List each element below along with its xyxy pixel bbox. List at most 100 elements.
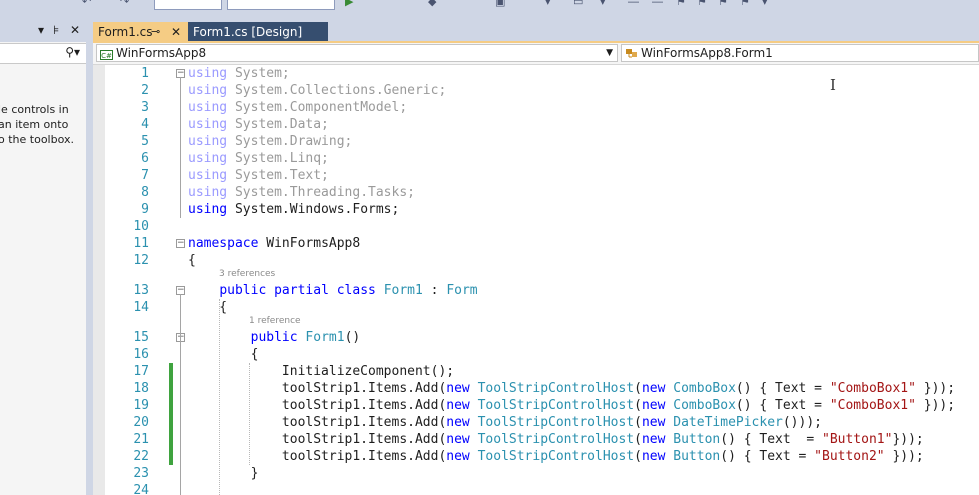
- code-text[interactable]: {: [188, 346, 259, 363]
- code-text[interactable]: using System.Linq;: [188, 150, 329, 167]
- code-text[interactable]: using System.Drawing;: [188, 133, 352, 150]
- code-token: using: [188, 117, 228, 132]
- toolbar-icon[interactable]: ◆: [428, 0, 436, 8]
- toolbox-search-input[interactable]: ⚲▾: [0, 43, 86, 64]
- code-text[interactable]: namespace WinFormsApp8: [188, 235, 360, 252]
- codelens-references[interactable]: 1 reference: [93, 315, 979, 328]
- code-text[interactable]: {: [188, 252, 196, 269]
- code-line[interactable]: 20 toolStrip1.Items.Add(new ToolStripCon…: [93, 414, 979, 431]
- code-token: Form1: [305, 330, 345, 345]
- project-combo[interactable]: C# WinFormsApp8 ▼: [96, 44, 618, 62]
- code-line[interactable]: 9 using System.Windows.Forms;: [93, 201, 979, 218]
- code-line[interactable]: 11 namespace WinFormsApp8: [93, 235, 979, 252]
- code-text[interactable]: using System.ComponentModel;: [188, 99, 407, 116]
- toolbar-icon[interactable]: ▣: [495, 0, 505, 8]
- change-tracking-bar: [169, 363, 173, 465]
- run-icon[interactable]: ▶: [345, 0, 353, 8]
- close-icon[interactable]: ✕: [70, 23, 80, 37]
- code-text[interactable]: using System.Windows.Forms;: [188, 201, 399, 218]
- code-line[interactable]: 15 public Form1(): [93, 329, 979, 346]
- code-line[interactable]: 4 using System.Data;: [93, 116, 979, 133]
- line-number: 24: [133, 483, 149, 495]
- code-token: new: [641, 398, 666, 413]
- toolbar-icon[interactable]: ▾: [545, 0, 551, 8]
- code-line[interactable]: 24: [93, 482, 979, 495]
- search-icon[interactable]: ⚲▾: [65, 45, 80, 59]
- type-combo[interactable]: WinFormsApp8.Form1: [621, 44, 979, 62]
- bookmark-icon[interactable]: ⚑: [676, 0, 686, 8]
- code-text[interactable]: toolStrip1.Items.Add(new ToolStripContro…: [188, 414, 822, 431]
- chevron-down-icon[interactable]: ▾: [762, 0, 768, 8]
- code-text[interactable]: using System.Collections.Generic;: [188, 82, 446, 99]
- toolbar-platform-dropdown[interactable]: [227, 0, 335, 10]
- codelens-label[interactable]: 1 reference: [249, 315, 301, 328]
- code-token: new: [641, 381, 666, 396]
- code-line[interactable]: 13 public partial class Form1 : Form: [93, 282, 979, 299]
- code-line[interactable]: 3 using System.ComponentModel;: [93, 99, 979, 116]
- code-token: toolStrip1.Items.Add(: [188, 432, 447, 447]
- code-line[interactable]: 10: [93, 218, 979, 235]
- code-text[interactable]: toolStrip1.Items.Add(new ToolStripContro…: [188, 380, 955, 397]
- bookmark-icon[interactable]: ⚑: [740, 0, 750, 8]
- collapse-icon[interactable]: −: [176, 239, 185, 248]
- code-line[interactable]: 7 using System.Text;: [93, 167, 979, 184]
- bookmark-icon[interactable]: ⚑: [697, 0, 707, 8]
- tab-form1-design[interactable]: Form1.cs [Design]: [188, 22, 328, 42]
- line-number: 6: [141, 151, 149, 166]
- codelens-references[interactable]: 3 references: [93, 268, 979, 281]
- code-line[interactable]: 18 toolStrip1.Items.Add(new ToolStripCon…: [93, 380, 979, 397]
- pin-icon[interactable]: ⊸: [151, 22, 160, 42]
- redo-icon[interactable]: ↷: [120, 0, 129, 8]
- code-text[interactable]: public Form1(): [188, 329, 361, 346]
- code-token: System.Threading.Tasks;: [227, 185, 415, 200]
- chevron-down-icon[interactable]: ▼: [606, 45, 613, 61]
- code-line[interactable]: 6 using System.Linq;: [93, 150, 979, 167]
- code-text[interactable]: {: [188, 299, 227, 316]
- code-line[interactable]: 14 {: [93, 299, 979, 316]
- code-token: new: [446, 432, 470, 447]
- code-line[interactable]: 21 toolStrip1.Items.Add(new ToolStripCon…: [93, 431, 979, 448]
- code-line[interactable]: 16 {: [93, 346, 979, 363]
- code-line[interactable]: 1 using System;: [93, 65, 979, 82]
- tab-form1-cs[interactable]: Form1.cs ⊸ ✕: [93, 22, 188, 42]
- codelens-label[interactable]: 3 references: [219, 268, 275, 281]
- main-toolbar: ↶ ↷ ▶ ◆ ▣ ▾ ▭ ▾ ― ― ⚑ ⚑ ⚑ ⚑ ▾: [0, 0, 979, 20]
- code-line[interactable]: 17 InitializeComponent();: [93, 363, 979, 380]
- text-cursor-icon: I: [830, 76, 836, 94]
- code-text[interactable]: toolStrip1.Items.Add(new ToolStripContro…: [188, 431, 924, 448]
- code-line[interactable]: 5 using System.Drawing;: [93, 133, 979, 150]
- dropdown-icon[interactable]: ▾: [38, 23, 44, 37]
- code-line[interactable]: 22 toolStrip1.Items.Add(new ToolStripCon…: [93, 448, 979, 465]
- line-number: 4: [141, 117, 149, 132]
- code-text[interactable]: }: [188, 465, 259, 482]
- csharp-project-icon: C#: [100, 50, 113, 60]
- code-token: namespace: [188, 236, 259, 251]
- undo-icon[interactable]: ↶: [82, 0, 91, 8]
- close-icon[interactable]: ✕: [171, 22, 181, 42]
- code-line[interactable]: 8 using System.Threading.Tasks;: [93, 184, 979, 201]
- code-text[interactable]: public partial class Form1 : Form: [188, 282, 477, 299]
- code-line[interactable]: 23 }: [93, 465, 979, 482]
- bookmark-icon[interactable]: ⚑: [718, 0, 728, 8]
- code-text[interactable]: using System.Data;: [188, 116, 329, 133]
- code-text[interactable]: toolStrip1.Items.Add(new ToolStripContro…: [188, 397, 955, 414]
- toolbar-config-dropdown[interactable]: [154, 0, 222, 10]
- toolbar-icon[interactable]: ―: [628, 0, 639, 8]
- code-line[interactable]: 12 {: [93, 252, 979, 269]
- line-number: 1: [141, 66, 149, 81]
- code-token: ToolStripControlHost: [477, 398, 635, 413]
- code-text[interactable]: InitializeComponent();: [188, 363, 454, 380]
- code-line[interactable]: 2 using System.Collections.Generic;: [93, 82, 979, 99]
- code-editor[interactable]: 1 using System; 2 using System.Collections.…: [93, 65, 979, 495]
- code-text[interactable]: toolStrip1.Items.Add(new ToolStripContro…: [188, 448, 924, 465]
- toolbar-icon[interactable]: ―: [652, 0, 663, 8]
- panel-splitter[interactable]: [86, 20, 93, 495]
- toolbar-icon[interactable]: ▾: [600, 0, 606, 8]
- toolbar-icon[interactable]: ▭: [573, 0, 583, 8]
- pin-icon[interactable]: ⊧: [53, 23, 59, 37]
- code-text[interactable]: using System.Threading.Tasks;: [188, 184, 415, 201]
- code-line[interactable]: 19 toolStrip1.Items.Add(new ToolStripCon…: [93, 397, 979, 414]
- code-text[interactable]: using System;: [188, 65, 290, 82]
- code-text[interactable]: using System.Text;: [188, 167, 329, 184]
- code-token: :: [422, 283, 447, 298]
